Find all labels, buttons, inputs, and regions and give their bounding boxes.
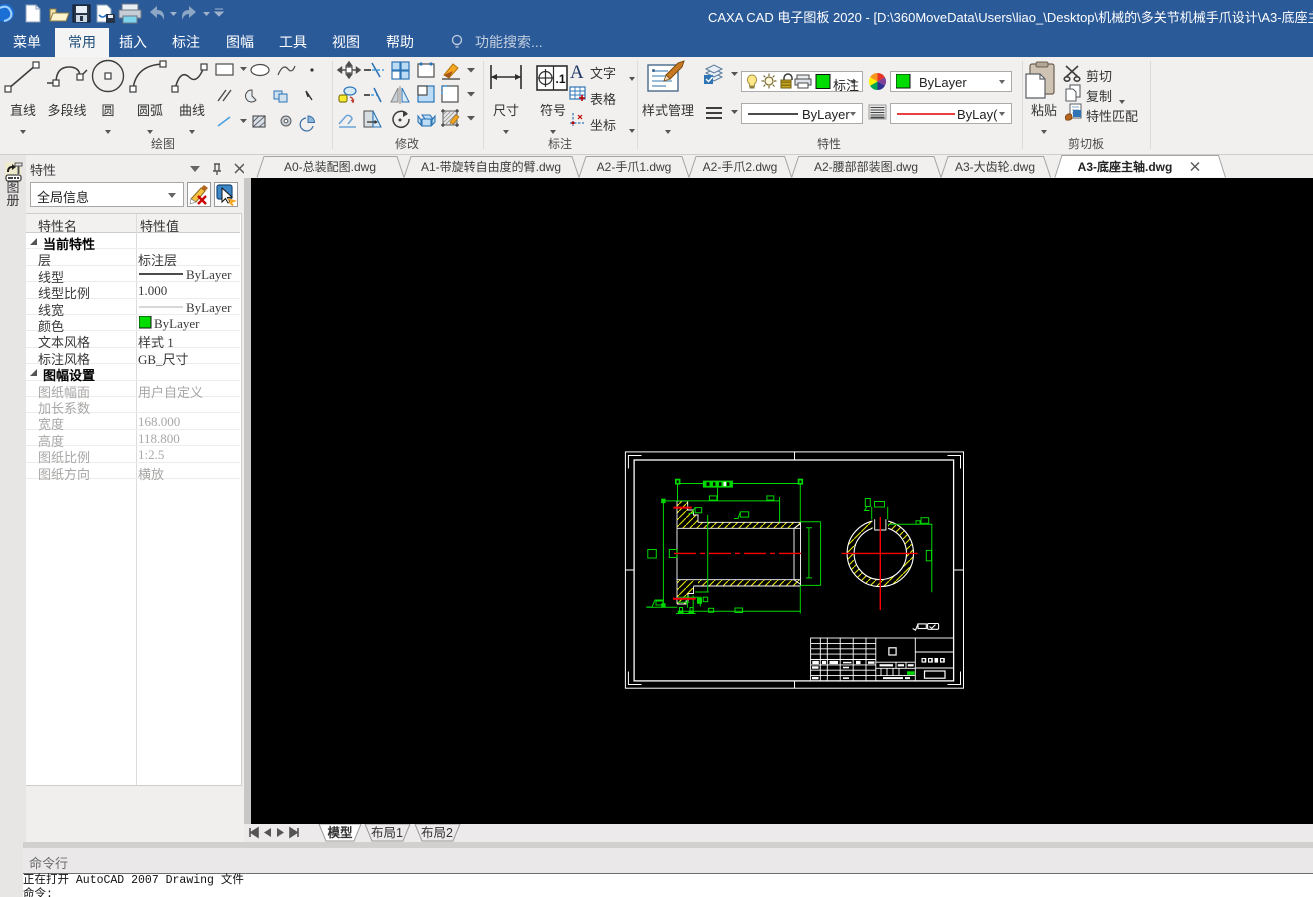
svg-text:A1-带旋转自由度的臂.dwg: A1-带旋转自由度的臂.dwg [421, 159, 561, 174]
svg-text:布局1: 布局1 [371, 826, 403, 840]
svg-text:A: A [570, 62, 584, 83]
svg-text:A2-手爪2.dwg: A2-手爪2.dwg [703, 160, 778, 174]
svg-text:A2-腰部部装图.dwg: A2-腰部部装图.dwg [814, 159, 918, 174]
svg-text:A3-底座主轴.dwg: A3-底座主轴.dwg [1078, 159, 1173, 174]
svg-text:A0-总装配图.dwg: A0-总装配图.dwg [284, 160, 376, 174]
svg-text:布局2: 布局2 [421, 826, 453, 840]
svg-text:A3-大齿轮.dwg: A3-大齿轮.dwg [955, 160, 1035, 174]
svg-text:A2-手爪1.dwg: A2-手爪1.dwg [597, 160, 672, 174]
svg-text:.1: .1 [556, 72, 566, 86]
svg-text:模型: 模型 [327, 825, 353, 840]
